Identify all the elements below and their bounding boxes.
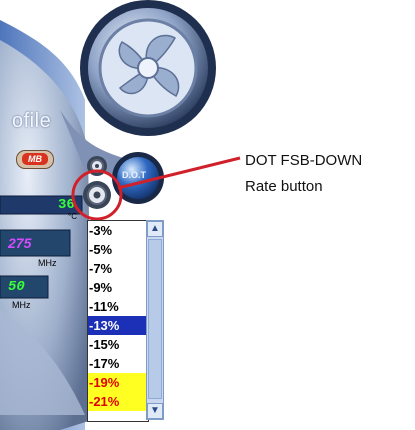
- rate-option[interactable]: -17%: [88, 354, 148, 373]
- freq2-readout: 50: [8, 279, 25, 295]
- rate-dropdown-list[interactable]: -3% -5% -7% -9% -11% -13% -15% -17% -19%…: [87, 220, 149, 422]
- freq1-unit: MHz: [38, 258, 57, 268]
- profile-label: ofile: [12, 110, 52, 132]
- scroll-up-icon[interactable]: ▲: [147, 221, 163, 237]
- scroll-down-icon[interactable]: ▼: [147, 403, 163, 419]
- rate-option[interactable]: -7%: [88, 259, 148, 278]
- freq2-unit: MHz: [12, 300, 31, 310]
- rate-option[interactable]: -3%: [88, 221, 148, 240]
- rate-option[interactable]: -15%: [88, 335, 148, 354]
- scroll-thumb[interactable]: [148, 239, 162, 399]
- rate-option[interactable]: -9%: [88, 278, 148, 297]
- mb-badge-label: MB: [22, 153, 48, 165]
- rate-option[interactable]: -5%: [88, 240, 148, 259]
- mb-button[interactable]: MB: [16, 150, 54, 169]
- rate-option-selected[interactable]: -13%: [88, 316, 148, 335]
- callout-line: [117, 156, 241, 190]
- callout-line2: Rate button: [245, 178, 323, 195]
- dropdown-scrollbar[interactable]: ▲ ▼: [146, 220, 164, 420]
- utility-panel-graphic: [0, 0, 216, 430]
- callout-label: DOT FSB-DOWN Rate button: [245, 148, 362, 200]
- freq1-readout: 275: [8, 235, 32, 251]
- rate-option-warning[interactable]: -19%: [88, 373, 148, 392]
- rate-option[interactable]: -11%: [88, 297, 148, 316]
- rate-option-warning[interactable]: -21%: [88, 392, 148, 411]
- callout-line1: DOT FSB-DOWN: [245, 152, 363, 169]
